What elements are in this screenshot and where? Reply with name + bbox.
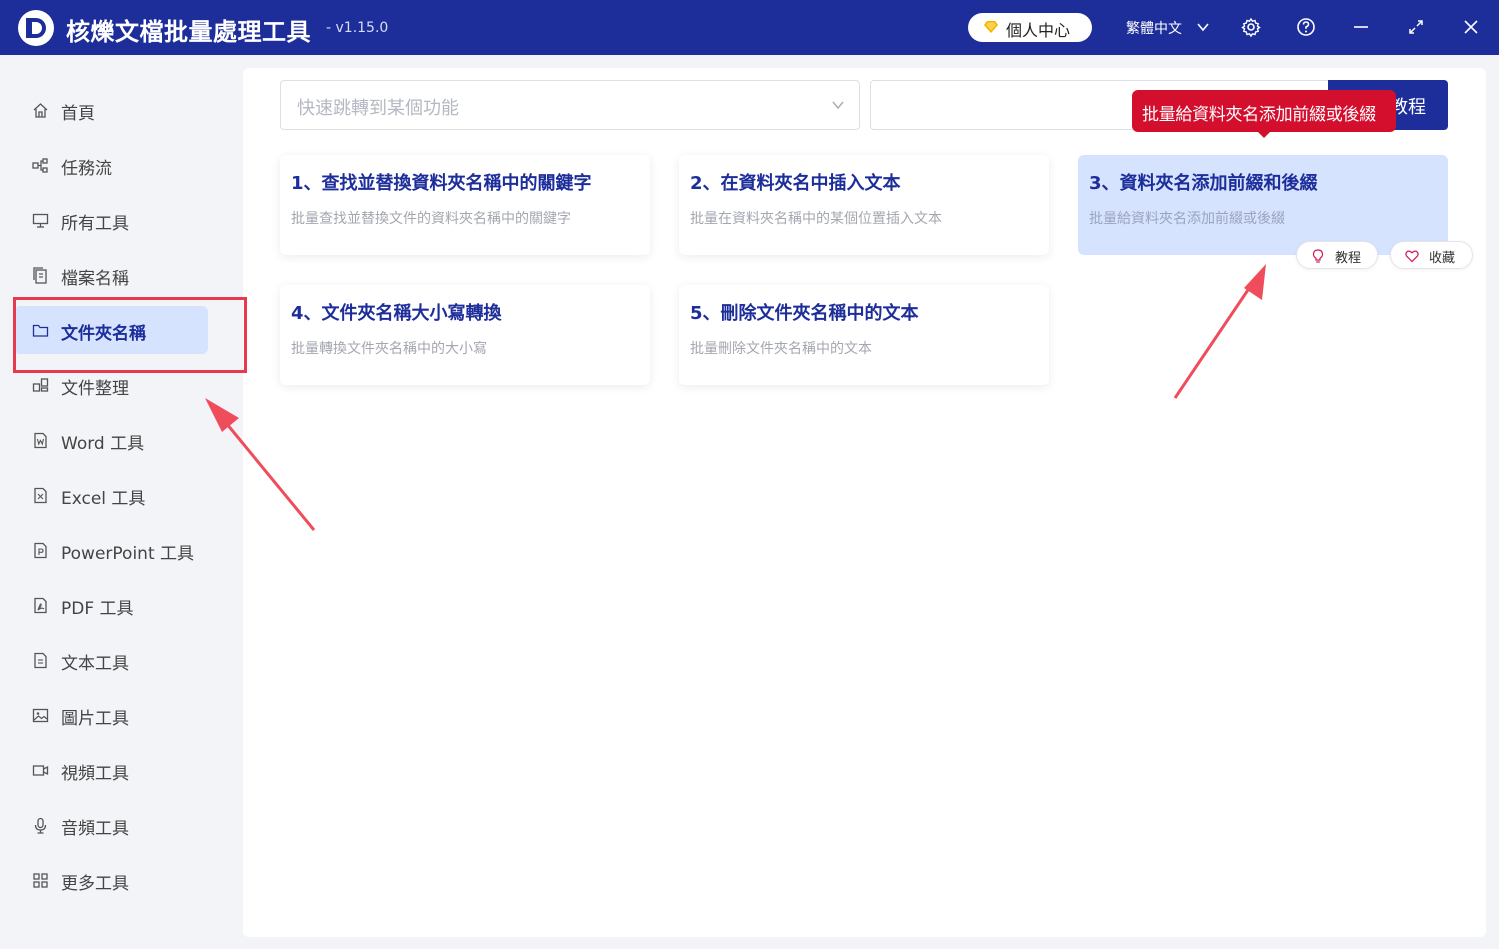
- app-version: - v1.15.0: [326, 20, 389, 36]
- sidebar-item-label: Word 工具: [61, 434, 145, 454]
- main-panel: 快速跳轉到某個功能 教程 1、查找並替換資料夾名稱中的關鍵字 批量查找並替換文件…: [243, 68, 1486, 937]
- annotation-highlight-box: [13, 297, 247, 373]
- sidebar-item-label: Excel 工具: [61, 489, 146, 509]
- ppt-file-icon: [34, 542, 47, 559]
- sidebar: 首頁 任務流 所有工具 檔案名稱 文件夾名稱 文件整理 Word 工具 Exce…: [0, 55, 210, 949]
- card-favorite-button[interactable]: 收藏: [1390, 241, 1473, 269]
- sidebar-item-label: PDF 工具: [61, 599, 134, 619]
- sidebar-item-word-tools[interactable]: Word 工具: [14, 416, 208, 464]
- word-file-icon: [34, 432, 47, 449]
- sidebar-item-video-tools[interactable]: 視頻工具: [14, 746, 208, 794]
- chevron-down-icon[interactable]: [831, 98, 845, 112]
- file-copy-icon: [33, 267, 47, 284]
- close-icon[interactable]: [1460, 16, 1482, 38]
- title-bar: 核爍文檔批量處理工具 - v1.15.0 個人中心 繁體中文: [0, 0, 1499, 55]
- help-icon[interactable]: [1295, 16, 1317, 38]
- tool-card-desc: 批量在資料夾名稱中的某個位置插入文本: [690, 211, 942, 227]
- tool-card[interactable]: 2、在資料夾名中插入文本 批量在資料夾名稱中的某個位置插入文本: [679, 155, 1049, 255]
- tool-card-title: 5、刪除文件夾名稱中的文本: [690, 303, 919, 324]
- tool-card-title: 1、查找並替換資料夾名稱中的關鍵字: [291, 173, 592, 194]
- tooltip-arrow: [1256, 130, 1272, 138]
- app-logo-icon: [18, 10, 54, 46]
- app-title: 核爍文檔批量處理工具: [66, 18, 311, 46]
- home-icon: [33, 103, 48, 118]
- sidebar-item-home[interactable]: 首頁: [14, 86, 208, 134]
- sidebar-item-label: 更多工具: [61, 874, 129, 894]
- tooltip-text: 批量給資料夾名添加前綴或後綴: [1142, 105, 1376, 125]
- search-placeholder: 快速跳轉到某個功能: [297, 98, 459, 119]
- tool-card-desc: 批量刪除文件夾名稱中的文本: [690, 341, 872, 357]
- sidebar-item-file-name[interactable]: 檔案名稱: [14, 251, 208, 299]
- sidebar-item-more-tools[interactable]: 更多工具: [14, 856, 208, 904]
- sidebar-item-powerpoint-tools[interactable]: PowerPoint 工具: [14, 526, 208, 574]
- tooltip: 批量給資料夾名添加前綴或後綴: [1132, 90, 1396, 138]
- pdf-file-icon: [34, 597, 47, 614]
- video-icon: [32, 765, 49, 776]
- sidebar-item-label: 音頻工具: [61, 819, 129, 839]
- tool-card-desc: 批量查找並替換文件的資料夾名稱中的關鍵字: [291, 211, 571, 227]
- sidebar-item-pdf-tools[interactable]: PDF 工具: [14, 581, 208, 629]
- card-favorite-label: 收藏: [1429, 251, 1456, 266]
- chevron-down-icon[interactable]: [1196, 20, 1210, 34]
- sidebar-item-all-tools[interactable]: 所有工具: [14, 196, 208, 244]
- text-file-icon: [34, 652, 47, 669]
- diamond-icon: [984, 21, 998, 33]
- card-tutorial-label: 教程: [1335, 251, 1362, 266]
- grid-icon: [33, 873, 48, 888]
- heart-icon: [1405, 250, 1419, 263]
- sidebar-item-label: 任務流: [61, 159, 112, 179]
- tool-card-title: 4、文件夾名稱大小寫轉換: [291, 303, 502, 324]
- sidebar-item-label: 文件整理: [61, 379, 129, 399]
- card-tutorial-button[interactable]: 教程: [1296, 241, 1378, 269]
- sidebar-item-image-tools[interactable]: 圖片工具: [14, 691, 208, 739]
- tool-card-title: 3、資料夾名添加前綴和後綴: [1089, 173, 1318, 194]
- organize-icon: [32, 378, 49, 392]
- microphone-icon: [34, 817, 47, 834]
- sidebar-item-label: 所有工具: [61, 214, 129, 234]
- tool-card[interactable]: 1、查找並替換資料夾名稱中的關鍵字 批量查找並替換文件的資料夾名稱中的關鍵字: [280, 155, 650, 255]
- sidebar-item-text-tools[interactable]: 文本工具: [14, 636, 208, 684]
- tool-card-desc: 批量給資料夾名添加前綴或後綴: [1089, 211, 1285, 227]
- sidebar-item-label: 文本工具: [61, 654, 129, 674]
- language-selector[interactable]: 繁體中文: [1126, 18, 1182, 38]
- monitor-icon: [32, 213, 49, 228]
- search-select[interactable]: 快速跳轉到某個功能: [280, 80, 860, 130]
- tool-card[interactable]: 4、文件夾名稱大小寫轉換 批量轉換文件夾名稱中的大小寫: [280, 285, 650, 385]
- sidebar-item-label: 首頁: [61, 104, 95, 124]
- tool-card[interactable]: 5、刪除文件夾名稱中的文本 批量刪除文件夾名稱中的文本: [679, 285, 1049, 385]
- user-center-button[interactable]: 個人中心: [968, 13, 1092, 42]
- excel-file-icon: [34, 487, 47, 504]
- tool-card-hovered[interactable]: 3、資料夾名添加前綴和後綴 批量給資料夾名添加前綴或後綴: [1078, 155, 1448, 255]
- workflow-icon: [32, 158, 48, 173]
- sidebar-item-audio-tools[interactable]: 音頻工具: [14, 801, 208, 849]
- sidebar-item-label: 圖片工具: [61, 709, 129, 729]
- lightbulb-icon: [1312, 249, 1324, 263]
- tool-card-title: 2、在資料夾名中插入文本: [690, 173, 901, 194]
- sidebar-item-workflow[interactable]: 任務流: [14, 141, 208, 189]
- user-center-label: 個人中心: [1006, 21, 1071, 40]
- sidebar-item-label: 視頻工具: [61, 764, 129, 784]
- sidebar-item-label: PowerPoint 工具: [61, 544, 195, 564]
- gear-icon[interactable]: [1240, 16, 1262, 38]
- minimize-icon[interactable]: [1350, 16, 1372, 38]
- sidebar-item-excel-tools[interactable]: Excel 工具: [14, 471, 208, 519]
- maximize-icon[interactable]: [1405, 16, 1427, 38]
- tool-card-desc: 批量轉換文件夾名稱中的大小寫: [291, 341, 487, 357]
- sidebar-item-label: 檔案名稱: [61, 269, 129, 289]
- image-icon: [32, 708, 49, 723]
